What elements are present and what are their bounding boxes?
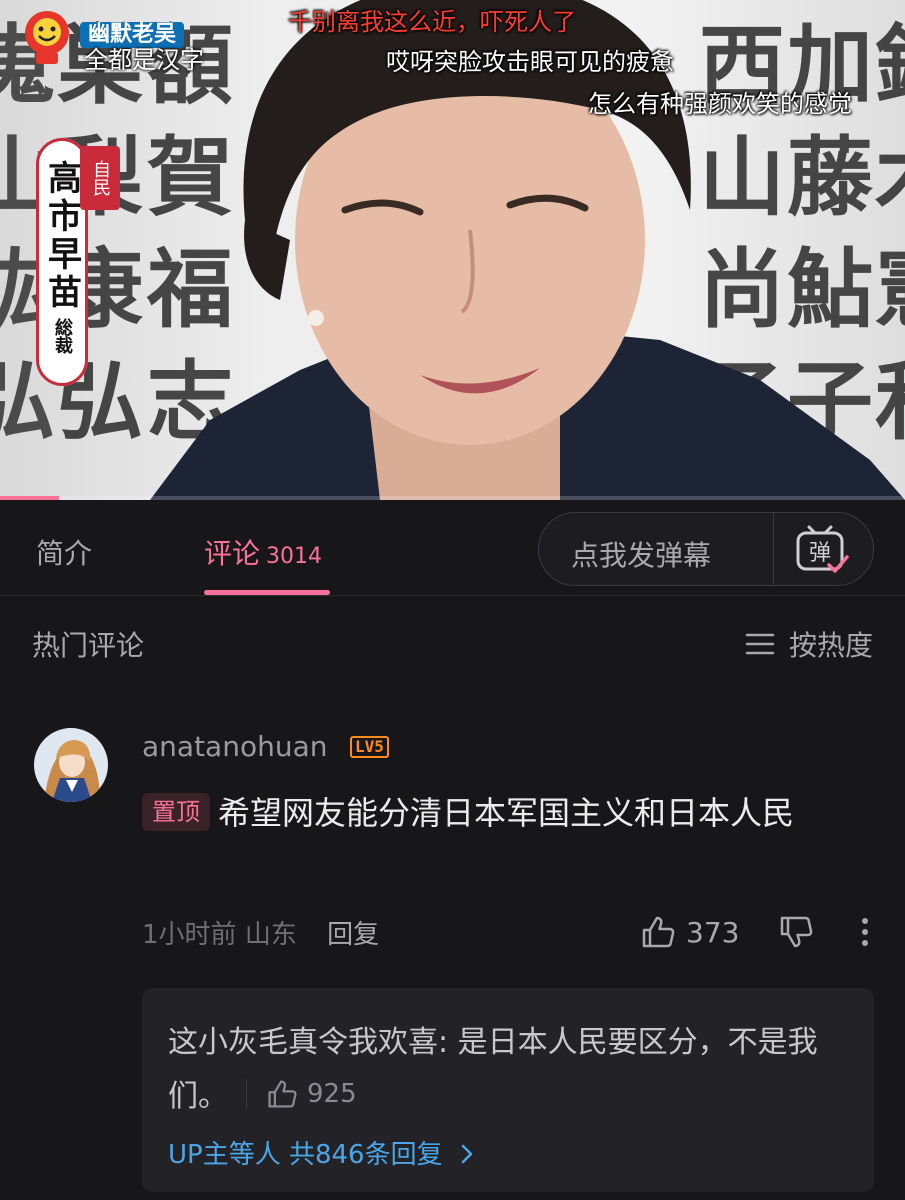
reply-like-button[interactable]: 925 [246, 1079, 357, 1109]
svg-text:弹: 弹 [809, 541, 831, 566]
comment-text: 希望网友能分清日本军国主义和日本人民 [218, 794, 795, 832]
like-count: 373 [686, 915, 740, 949]
hot-comments-title: 热门评论 [32, 629, 145, 662]
view-all-replies-link[interactable]: UP主等人 共846条回复 [168, 1134, 475, 1171]
tab-comments[interactable]: 评论 3014 [204, 532, 322, 572]
video-player[interactable]: 嵬山汯弘 巣梨康弘 額賀福志 西山尚子 加藤鮎子 鈴木憲和 自民 高市早苗 総裁 [0, 0, 905, 500]
danmaku-toggle-icon[interactable]: 弹 [795, 525, 849, 575]
comment-meta: 1小时前 山东 回复 [142, 914, 379, 951]
like-button[interactable]: 373 [640, 910, 739, 954]
danmaku-item: 怎么有种强颜欢笑的感觉 [588, 90, 852, 118]
pinned-badge: 置顶 [142, 793, 210, 831]
comment-location: 山东 [244, 920, 297, 950]
comment-username[interactable]: anatanohuan [142, 730, 327, 763]
user-level-badge: LV5 [350, 736, 389, 758]
danmaku-input-box[interactable]: 点我发弹幕 弹 [538, 512, 874, 586]
danmaku-input[interactable]: 点我发弹幕 [571, 534, 711, 574]
speaker-nameplate: 自民 高市早苗 総裁 [36, 138, 120, 386]
more-options-button[interactable] [858, 910, 872, 954]
top-reply[interactable]: 这小灰毛真令我欢喜: 是日本人民要区分，不是我们。 925 [168, 1016, 828, 1124]
replies-panel: 这小灰毛真令我欢喜: 是日本人民要区分，不是我们。 925 UP主等人 共846… [142, 988, 874, 1192]
tab-comments-label: 评论 [204, 537, 261, 570]
comment-text-block: 置顶 希望网友能分清日本军国主义和日本人民 [142, 786, 882, 840]
dislike-button[interactable] [778, 910, 814, 954]
thumbs-up-icon [642, 916, 675, 948]
sort-label: 按热度 [788, 629, 873, 662]
thumbs-up-icon [268, 1080, 297, 1108]
view-all-replies-label: UP主等人 共846条回复 [168, 1140, 443, 1170]
tab-comments-count: 3014 [266, 544, 323, 569]
more-vertical-icon [862, 918, 868, 946]
reply-username[interactable]: 这小灰毛真令我欢喜 [168, 1025, 438, 1060]
avatar[interactable] [34, 728, 108, 802]
reply-button[interactable]: 回复 [327, 920, 379, 950]
active-tab-indicator [204, 590, 330, 595]
thumbs-down-icon [780, 916, 813, 948]
danmaku-item: 千别离我这么近，吓死人了 [288, 8, 576, 36]
sort-lines-icon [745, 633, 775, 655]
sort-button[interactable]: 按热度 [745, 624, 873, 664]
channel-logo-icon [25, 11, 69, 64]
video-caption: 全都是汉字 [84, 46, 204, 74]
reply-like-count: 925 [307, 1079, 357, 1109]
tab-intro[interactable]: 简介 [36, 532, 92, 572]
danmaku-item: 哎呀突脸攻击眼可见的疲惫 [386, 48, 674, 76]
comment-time: 1小时前 [142, 920, 237, 950]
danmaku-divider [773, 513, 774, 585]
party-label: 自民 [80, 146, 120, 210]
speaker-role: 総裁 [52, 318, 73, 354]
chevron-right-icon [461, 1144, 473, 1164]
